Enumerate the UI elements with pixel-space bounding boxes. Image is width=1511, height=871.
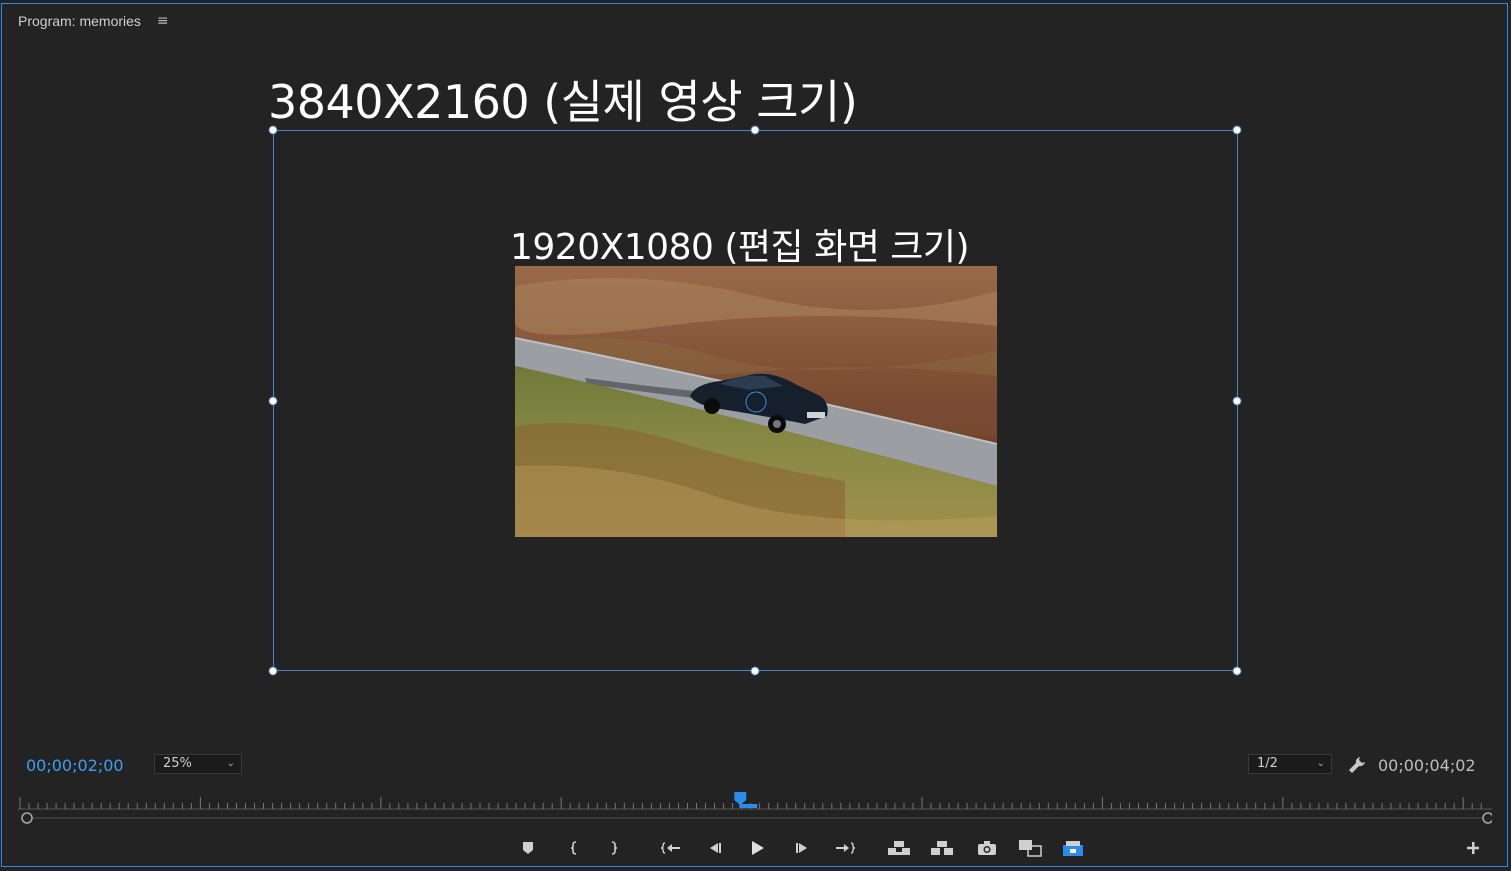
chevron-down-icon: ⌄ (226, 758, 235, 769)
scroll-handle-right[interactable] (1482, 812, 1494, 824)
camera-icon (978, 841, 996, 855)
zoom-level-value: 25% (163, 756, 192, 771)
comparison-view-button[interactable] (1017, 836, 1043, 860)
handle-top-right[interactable] (1232, 125, 1242, 135)
playback-resolution-dropdown[interactable]: 1/2 ⌄ (1248, 754, 1332, 774)
video-frame-image (515, 266, 997, 537)
monitor-controls-row: 00;00;02;00 25% ⌄ 1/2 ⌄ 00;00;04;02 (2, 754, 1509, 778)
go-to-in-button[interactable] (658, 836, 684, 860)
zoom-scroll-bar[interactable] (18, 810, 1494, 824)
handle-bottom-right[interactable] (1232, 666, 1242, 676)
transport-controls (2, 836, 1509, 862)
panel-header: Program: memories ≡ (18, 13, 169, 29)
scroll-handle-left[interactable] (21, 812, 33, 824)
mark-out-icon (611, 841, 618, 855)
handle-middle-left[interactable] (268, 396, 278, 406)
handle-top-left[interactable] (268, 125, 278, 135)
add-marker-button[interactable] (515, 836, 541, 860)
duration-timecode: 00;00;04;02 (1378, 756, 1476, 775)
go-to-out-button[interactable] (832, 836, 858, 860)
comparison-icon (1019, 840, 1042, 857)
button-editor-button[interactable] (1460, 836, 1486, 860)
overlay-title: 3840X2160 (실제 영상 크기) (268, 75, 858, 129)
handle-bottom-left[interactable] (268, 666, 278, 676)
plus-icon (1467, 842, 1479, 854)
proxy-icon (1063, 841, 1083, 856)
extract-icon (931, 841, 953, 855)
zoom-level-dropdown[interactable]: 25% ⌄ (154, 754, 242, 774)
time-ruler[interactable] (18, 792, 1492, 810)
panel-title[interactable]: Program: memories (18, 13, 141, 29)
extract-button[interactable] (929, 836, 955, 860)
overlay-subtitle: 1920X1080 (편집 화면 크기) (510, 227, 970, 268)
step-forward-button[interactable] (789, 836, 815, 860)
proxy-toggle-button[interactable] (1061, 836, 1087, 860)
lift-icon (888, 841, 910, 855)
current-timecode[interactable]: 00;00;02;00 (26, 756, 124, 775)
go-to-in-icon (661, 842, 680, 854)
chevron-down-icon: ⌄ (1316, 758, 1325, 769)
lift-button[interactable] (886, 836, 912, 860)
go-to-out-icon (836, 842, 855, 854)
playback-resolution-value: 1/2 (1257, 756, 1278, 771)
playhead-marker (739, 804, 758, 808)
step-back-button[interactable] (702, 836, 728, 860)
mark-out-button[interactable] (601, 836, 627, 860)
play-button[interactable] (744, 836, 770, 860)
hamburger-icon[interactable]: ≡ (157, 13, 169, 29)
step-forward-icon (796, 843, 807, 853)
handle-bottom-center[interactable] (750, 666, 760, 676)
handle-top-center[interactable] (750, 125, 760, 135)
program-monitor-panel: Program: memories ≡ 3840X2160 (실제 영상 크기)… (1, 3, 1508, 867)
video-frame[interactable] (515, 266, 997, 537)
play-icon (752, 841, 764, 855)
mark-in-button[interactable] (561, 836, 587, 860)
wrench-icon[interactable] (1346, 754, 1368, 776)
export-frame-button[interactable] (974, 836, 1000, 860)
mark-in-icon (570, 841, 577, 855)
handle-middle-right[interactable] (1232, 396, 1242, 406)
marker-icon (523, 842, 533, 854)
step-back-icon (710, 843, 721, 853)
playhead[interactable] (734, 792, 747, 805)
